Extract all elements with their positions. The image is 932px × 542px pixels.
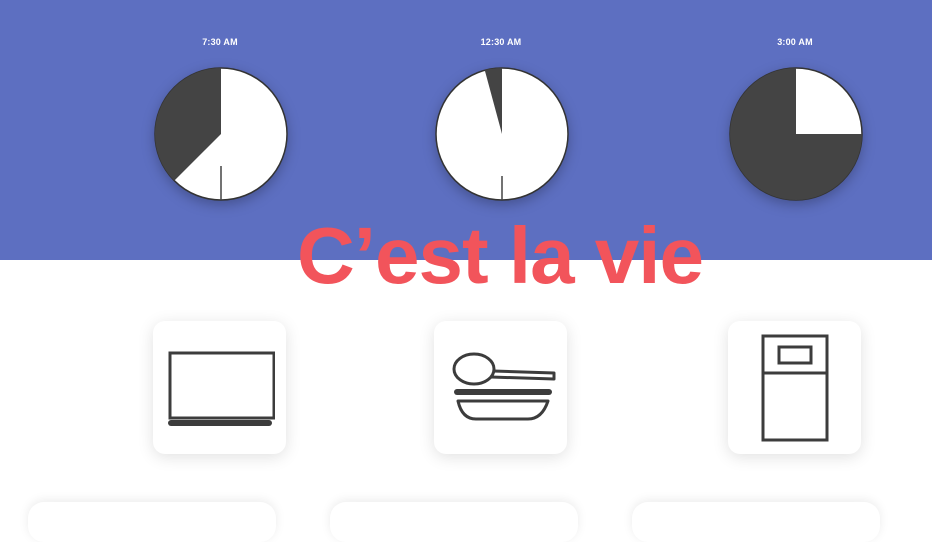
clock-pie-chart: [729, 67, 863, 201]
clock-pie-chart: [154, 67, 288, 201]
clock-pie-chart: [435, 67, 569, 201]
activity-card-work[interactable]: [153, 321, 286, 454]
spoon-plate-icon: [452, 352, 555, 420]
activity-card-partial[interactable]: [28, 502, 276, 542]
activity-card-eat[interactable]: [434, 321, 567, 454]
bed-icon: [761, 334, 828, 441]
laptop-icon: [167, 351, 275, 426]
page-title: C’est la vie: [296, 211, 704, 300]
clock-time-label: 3:00 AM: [777, 37, 813, 47]
clock-time-label: 7:30 AM: [202, 37, 238, 47]
activity-card-sleep[interactable]: [728, 321, 861, 454]
activity-card-partial[interactable]: [632, 502, 880, 542]
clock-time-label: 12:30 AM: [480, 37, 522, 47]
activity-card-partial[interactable]: [330, 502, 578, 542]
